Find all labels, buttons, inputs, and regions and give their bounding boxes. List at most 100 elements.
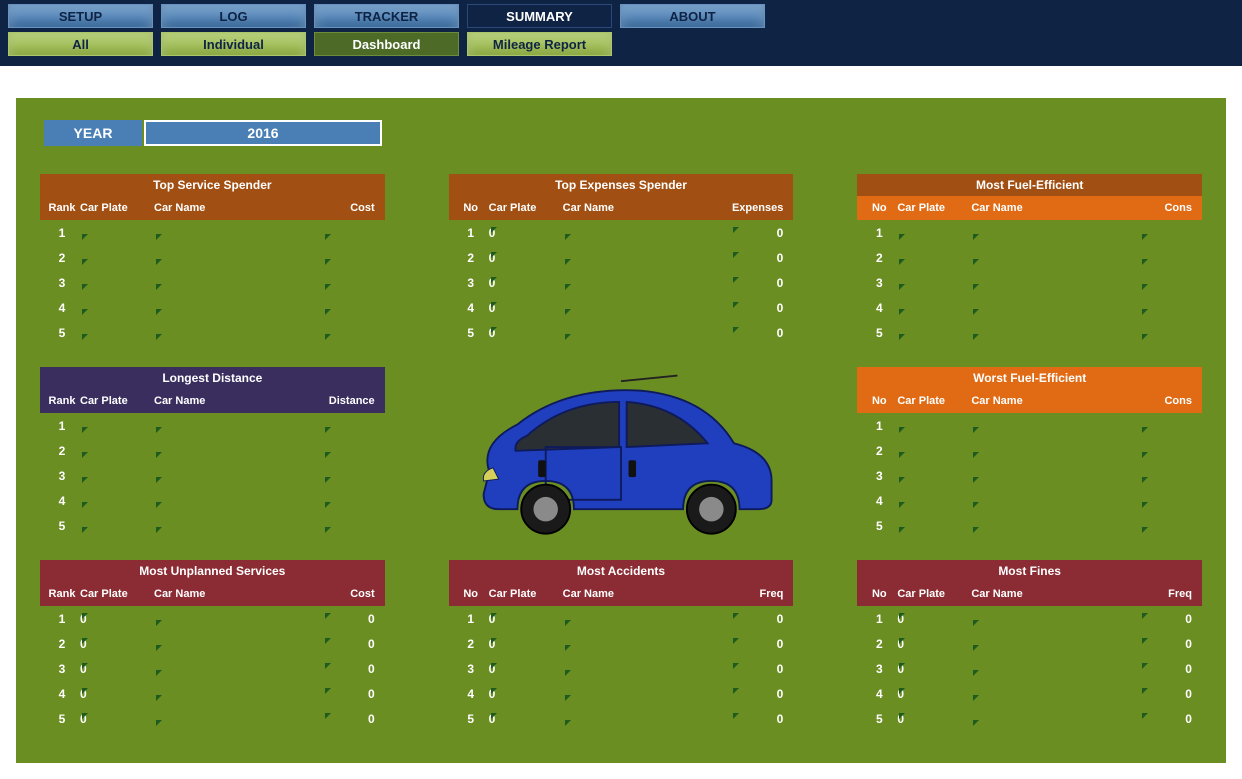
dashboard-board: YEAR 2016 Top Service SpenderRankCar Pla… <box>16 98 1226 763</box>
cell: 4 <box>453 301 489 315</box>
panel-columns: NoCar PlateCar NameCons <box>857 196 1202 220</box>
cell: 0 <box>323 662 381 676</box>
panel-title: Most Accidents <box>449 560 794 582</box>
table-row: 5 <box>857 320 1202 345</box>
panel-most-unplanned-services: Most Unplanned ServicesRankCar PlateCar … <box>40 560 385 731</box>
cell: 0 <box>489 712 563 726</box>
table-row: 100 <box>40 606 385 631</box>
cell: 0 <box>1140 687 1198 701</box>
column-header: Car Name <box>154 395 323 407</box>
column-header: Distance <box>323 395 381 407</box>
panel-most-fuel-efficient: Most Fuel-EfficientNoCar PlateCar NameCo… <box>857 174 1202 345</box>
table-row: 3 <box>857 270 1202 295</box>
cell: 4 <box>861 687 897 701</box>
cell: 0 <box>731 612 789 626</box>
column-header: Car Name <box>971 588 1140 600</box>
column-header: Car Plate <box>489 202 563 214</box>
table-row: 3 <box>40 270 385 295</box>
cell: 0 <box>731 326 789 340</box>
column-header: Car Plate <box>80 202 154 214</box>
cell: 0 <box>323 637 381 651</box>
tab-about[interactable]: ABOUT <box>620 4 765 28</box>
cell: 5 <box>453 712 489 726</box>
tab-log[interactable]: LOG <box>161 4 306 28</box>
panel-columns: NoCar PlateCar NameFreq <box>857 582 1202 606</box>
cell: 5 <box>861 326 897 340</box>
panel-rows: 100200300400500 <box>449 220 794 345</box>
cell: 0 <box>1140 662 1198 676</box>
table-row: 2 <box>40 438 385 463</box>
cell: 0 <box>489 251 563 265</box>
cell: 0 <box>731 662 789 676</box>
panel-top-expenses-spender: Top Expenses SpenderNoCar PlateCar NameE… <box>449 174 794 345</box>
panel-columns: RankCar PlateCar NameDistance <box>40 389 385 413</box>
cell: 0 <box>731 251 789 265</box>
column-header: Car Name <box>563 202 732 214</box>
table-row: 500 <box>449 320 794 345</box>
dashboard-grid: Top Service SpenderRankCar PlateCar Name… <box>40 174 1202 731</box>
car-illustration <box>449 367 794 538</box>
column-header: Freq <box>731 588 789 600</box>
cell: 2 <box>44 251 80 265</box>
cell: 0 <box>489 687 563 701</box>
column-header: Car Name <box>563 588 732 600</box>
panel-most-fines: Most FinesNoCar PlateCar NameFreq1002003… <box>857 560 1202 731</box>
column-header: No <box>861 202 897 214</box>
cell: 0 <box>323 687 381 701</box>
table-row: 100 <box>449 606 794 631</box>
table-row: 300 <box>857 656 1202 681</box>
table-row: 200 <box>449 245 794 270</box>
cell: 0 <box>1140 637 1198 651</box>
column-header: Car Plate <box>80 588 154 600</box>
tab-setup[interactable]: SETUP <box>8 4 153 28</box>
cell: 0 <box>323 612 381 626</box>
cell: 0 <box>897 662 971 676</box>
cell: 0 <box>489 276 563 290</box>
cell: 3 <box>44 469 80 483</box>
table-row: 500 <box>857 706 1202 731</box>
panel-title: Most Fines <box>857 560 1202 582</box>
table-row: 400 <box>449 295 794 320</box>
year-value[interactable]: 2016 <box>144 120 382 146</box>
cell: 1 <box>453 612 489 626</box>
column-header: Freq <box>1140 588 1198 600</box>
panel-rows: 100200300400500 <box>857 606 1202 731</box>
cell: 0 <box>489 662 563 676</box>
cell: 2 <box>861 444 897 458</box>
panel-rows: 12345 <box>40 413 385 538</box>
cell: 2 <box>861 251 897 265</box>
column-header: Cost <box>323 588 381 600</box>
cell: 0 <box>731 226 789 240</box>
table-row: 200 <box>857 631 1202 656</box>
column-header: Car Plate <box>897 588 971 600</box>
column-header: Expenses <box>731 202 789 214</box>
tab-summary[interactable]: SUMMARY <box>467 4 612 28</box>
table-row: 400 <box>449 681 794 706</box>
column-header: Car Name <box>971 202 1140 214</box>
panel-rows: 12345 <box>40 220 385 345</box>
cell: 5 <box>861 519 897 533</box>
column-header: Car Plate <box>80 395 154 407</box>
tab-tracker[interactable]: TRACKER <box>314 4 459 28</box>
cell: 0 <box>1140 712 1198 726</box>
panel-top-service-spender: Top Service SpenderRankCar PlateCar Name… <box>40 174 385 345</box>
table-row: 2 <box>40 245 385 270</box>
subtab-dashboard[interactable]: Dashboard <box>314 32 459 56</box>
cell: 0 <box>731 687 789 701</box>
subtab-mileage-report[interactable]: Mileage Report <box>467 32 612 56</box>
cell: 0 <box>731 301 789 315</box>
cell: 0 <box>1140 612 1198 626</box>
table-row: 300 <box>449 656 794 681</box>
cell: 0 <box>897 612 971 626</box>
cell: 3 <box>861 662 897 676</box>
subtab-individual[interactable]: Individual <box>161 32 306 56</box>
cell: 2 <box>861 637 897 651</box>
cell: 1 <box>44 226 80 240</box>
panel-longest-distance: Longest DistanceRankCar PlateCar NameDis… <box>40 367 385 538</box>
cell: 0 <box>80 712 154 726</box>
panel-worst-fuel-efficient: Worst Fuel-EfficientNoCar PlateCar NameC… <box>857 367 1202 538</box>
table-row: 5 <box>857 513 1202 538</box>
table-row: 400 <box>857 681 1202 706</box>
cell: 4 <box>861 494 897 508</box>
subtab-all[interactable]: All <box>8 32 153 56</box>
